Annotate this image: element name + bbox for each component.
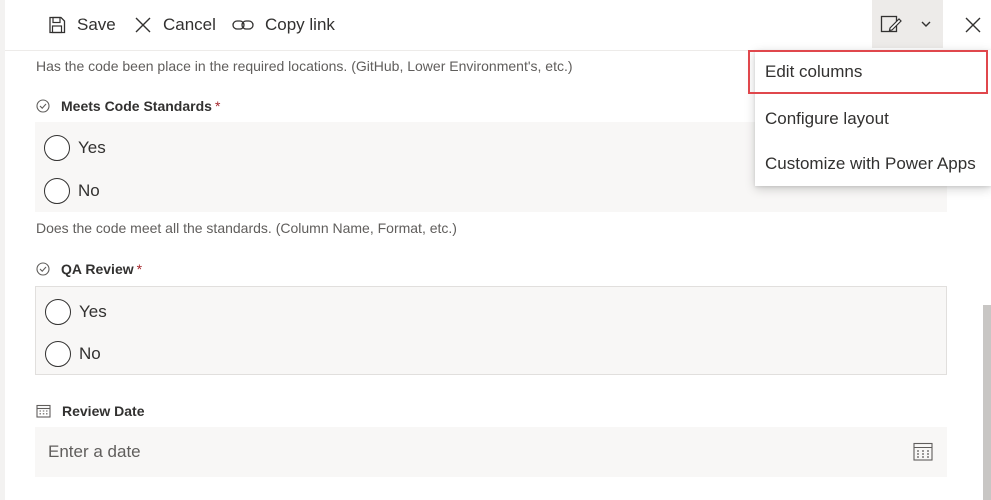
- radio-button[interactable]: [45, 341, 71, 367]
- menu-item-customize-power-apps[interactable]: Customize with Power Apps: [755, 142, 991, 186]
- meets-standards-label: Meets Code Standards *: [36, 98, 220, 114]
- cancel-button[interactable]: Cancel: [134, 0, 216, 50]
- meets-standards-description: Does the code meet all the standards. (C…: [36, 220, 457, 236]
- required-marker: *: [136, 261, 143, 277]
- date-input-placeholder[interactable]: Enter a date: [48, 442, 141, 462]
- choice-check-icon: [36, 262, 50, 276]
- qa-review-choice-group: Yes No: [35, 286, 947, 375]
- option-label: Yes: [79, 302, 107, 321]
- copy-link-label: Copy link: [265, 15, 335, 34]
- scrollbar[interactable]: [983, 305, 991, 500]
- edit-form-dropdown-menu: Edit columns Configure layout Customize …: [748, 50, 991, 186]
- menu-item-edit-columns[interactable]: Edit columns: [748, 50, 988, 94]
- save-icon: [49, 16, 66, 34]
- option-label: Yes: [78, 138, 106, 157]
- radio-button[interactable]: [44, 178, 70, 204]
- meets-standards-option-yes[interactable]: Yes: [44, 135, 106, 161]
- option-label: No: [78, 181, 100, 200]
- save-label: Save: [77, 15, 116, 34]
- cancel-label: Cancel: [163, 15, 216, 34]
- cancel-icon: [135, 17, 151, 33]
- edit-form-icon: [880, 15, 902, 33]
- edit-form-button[interactable]: [872, 0, 943, 48]
- close-button[interactable]: [960, 12, 986, 38]
- radio-button[interactable]: [45, 299, 71, 325]
- close-icon: [965, 17, 981, 33]
- review-date-field[interactable]: Enter a date: [35, 427, 947, 477]
- menu-item-configure-layout[interactable]: Configure layout: [755, 97, 991, 141]
- calendar-icon: [36, 404, 51, 418]
- chevron-down-icon: [921, 21, 931, 27]
- qa-review-label: QA Review *: [36, 261, 142, 277]
- link-icon: [232, 20, 254, 30]
- copy-link-button[interactable]: Copy link: [232, 0, 335, 50]
- review-date-label: Review Date: [36, 403, 144, 419]
- qa-review-label-text: QA Review: [61, 261, 134, 277]
- calendar-icon[interactable]: [913, 442, 933, 461]
- command-bar: Save Cancel Copy link: [5, 0, 991, 51]
- option-label: No: [79, 344, 101, 363]
- previous-field-description: Has the code been place in the required …: [36, 58, 573, 74]
- meets-standards-label-text: Meets Code Standards: [61, 98, 212, 114]
- meets-standards-option-no[interactable]: No: [44, 178, 100, 204]
- save-button[interactable]: Save: [48, 0, 116, 50]
- review-date-label-text: Review Date: [62, 403, 145, 419]
- required-marker: *: [214, 98, 221, 114]
- qa-review-option-yes[interactable]: Yes: [45, 299, 107, 325]
- radio-button[interactable]: [44, 135, 70, 161]
- qa-review-option-no[interactable]: No: [45, 341, 101, 367]
- choice-check-icon: [36, 99, 50, 113]
